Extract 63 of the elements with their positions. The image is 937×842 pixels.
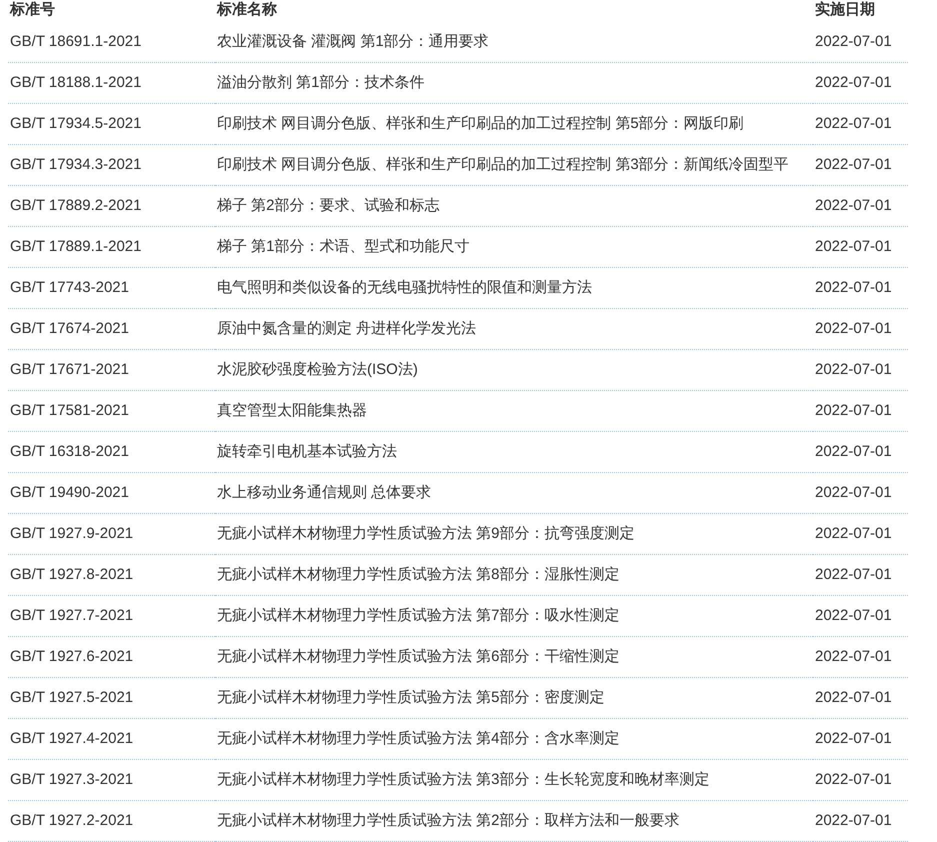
- table-cell: 2022-07-01: [813, 186, 908, 226]
- table-cell: 2022-07-01: [813, 800, 908, 842]
- table-cell: 2022-07-01: [813, 390, 908, 432]
- table-cell: GB/T 17889.1-2021: [8, 226, 215, 268]
- table-cell: GB/T 18188.1-2021: [8, 62, 215, 104]
- table-cell: GB/T 17581-2021: [8, 390, 215, 432]
- table-cell: GB/T 17934.5-2021: [8, 104, 215, 144]
- table-cell: 溢油分散剂 第1部分：技术条件: [215, 62, 813, 104]
- table-cell: 无疵小试样木材物理力学性质试验方法 第9部分：抗弯强度测定: [215, 514, 813, 554]
- table-cell: 2022-07-01: [813, 104, 908, 144]
- table-cell: GB/T 17674-2021: [8, 308, 215, 350]
- table-cell: 旋转牵引电机基本试验方法: [215, 432, 813, 472]
- table-cell: 原油中氮含量的测定 舟进样化学发光法: [215, 308, 813, 350]
- table-cell: 梯子 第1部分：术语、型式和功能尺寸: [215, 226, 813, 268]
- table-cell: GB/T 1927.2-2021: [8, 800, 215, 842]
- table-cell: 2022-07-01: [813, 268, 908, 308]
- table-cell: GB/T 1927.8-2021: [8, 554, 215, 596]
- table-cell: 2022-07-01: [813, 636, 908, 678]
- table-cell: GB/T 1927.9-2021: [8, 514, 215, 554]
- table-cell: 电气照明和类似设备的无线电骚扰特性的限值和测量方法: [215, 268, 813, 308]
- table-cell: 2022-07-01: [813, 62, 908, 104]
- table-cell: 2022-07-01: [813, 514, 908, 554]
- column-header: 标准号: [8, 0, 56, 20]
- table-cell: GB/T 17671-2021: [8, 350, 215, 390]
- table-cell: GB/T 1927.5-2021: [8, 678, 215, 718]
- table-cell: 农业灌溉设备 灌溉阀 第1部分：通用要求: [215, 22, 813, 62]
- table-cell: GB/T 1927.4-2021: [8, 718, 215, 760]
- table-cell: 2022-07-01: [813, 144, 908, 186]
- table-cell: GB/T 1927.7-2021: [8, 596, 215, 636]
- table-cell: 2022-07-01: [813, 678, 908, 718]
- table-cell: 2022-07-01: [813, 226, 908, 268]
- table-cell: GB/T 18691.1-2021: [8, 22, 215, 62]
- column-header: 实施日期: [814, 0, 876, 20]
- table-cell: 无疵小试样木材物理力学性质试验方法 第4部分：含水率测定: [215, 718, 813, 760]
- table-cell: GB/T 1927.3-2021: [8, 760, 215, 800]
- table-cell: 无疵小试样木材物理力学性质试验方法 第2部分：取样方法和一般要求: [215, 800, 813, 842]
- table-cell: 无疵小试样木材物理力学性质试验方法 第8部分：湿胀性测定: [215, 554, 813, 596]
- table-cell: GB/T 1927.6-2021: [8, 636, 215, 678]
- table-cell: 真空管型太阳能集热器: [215, 390, 813, 432]
- table-cell: 梯子 第2部分：要求、试验和标志: [215, 186, 813, 226]
- table-cell: 无疵小试样木材物理力学性质试验方法 第5部分：密度测定: [215, 678, 813, 718]
- table-cell: 2022-07-01: [813, 350, 908, 390]
- table-cell: 2022-07-01: [813, 432, 908, 472]
- column-header: 标准名称: [216, 0, 278, 20]
- table-cell: 2022-07-01: [813, 718, 908, 760]
- table-cell: 2022-07-01: [813, 22, 908, 62]
- table-cell: GB/T 17889.2-2021: [8, 186, 215, 226]
- table-cell: GB/T 17743-2021: [8, 268, 215, 308]
- table-cell: 无疵小试样木材物理力学性质试验方法 第7部分：吸水性测定: [215, 596, 813, 636]
- table-cell: 印刷技术 网目调分色版、样张和生产印刷品的加工过程控制 第3部分：新闻纸冷固型平: [215, 144, 813, 186]
- table-cell: 2022-07-01: [813, 760, 908, 800]
- table-cell: GB/T 17934.3-2021: [8, 144, 215, 186]
- table-cell: 无疵小试样木材物理力学性质试验方法 第6部分：干缩性测定: [215, 636, 813, 678]
- table-cell: 2022-07-01: [813, 472, 908, 514]
- table-cell: 2022-07-01: [813, 596, 908, 636]
- table-cell: 2022-07-01: [813, 308, 908, 350]
- table-cell: GB/T 16318-2021: [8, 432, 215, 472]
- table-cell: 水上移动业务通信规则 总体要求: [215, 472, 813, 514]
- table-cell: 无疵小试样木材物理力学性质试验方法 第3部分：生长轮宽度和晚材率测定: [215, 760, 813, 800]
- table-cell: GB/T 19490-2021: [8, 472, 215, 514]
- table-cell: 印刷技术 网目调分色版、样张和生产印刷品的加工过程控制 第5部分：网版印刷: [215, 104, 813, 144]
- table-cell: 水泥胶砂强度检验方法(ISO法): [215, 350, 813, 390]
- table-cell: 2022-07-01: [813, 554, 908, 596]
